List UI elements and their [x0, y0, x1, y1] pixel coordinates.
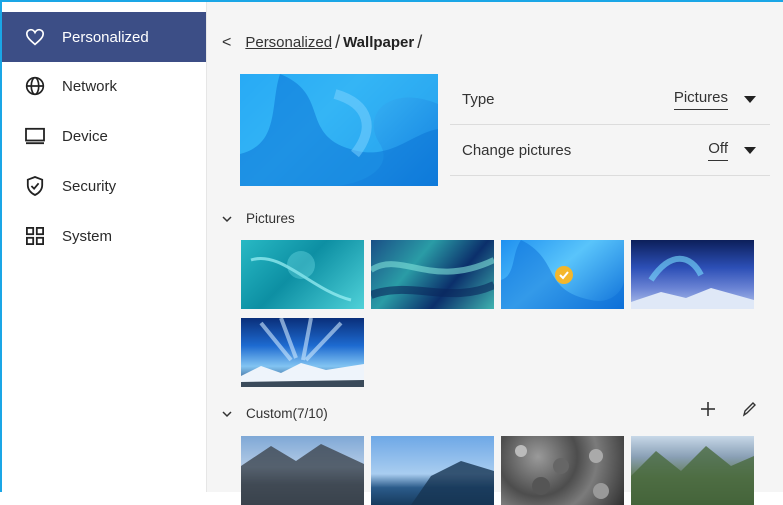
pictures-section-label: Pictures: [246, 211, 295, 226]
sidebar-item-device[interactable]: Device: [2, 111, 206, 161]
breadcrumb-separator: /: [335, 32, 341, 52]
chevron-down-icon: [222, 410, 232, 417]
breadcrumb-separator: /: [417, 32, 423, 52]
sidebar-item-personalized[interactable]: Personalized: [2, 12, 206, 62]
wallpaper-thumbnail[interactable]: [631, 240, 754, 309]
custom-section-header[interactable]: Custom(7/10): [222, 406, 328, 421]
type-value-text: Pictures: [673, 88, 728, 106]
type-value[interactable]: Pictures: [673, 88, 728, 110]
selected-check-icon: [555, 266, 573, 284]
grid-icon: [24, 225, 46, 247]
breadcrumb-current: Wallpaper: [343, 34, 415, 51]
change-pictures-setting-row[interactable]: Change pictures Off: [450, 125, 770, 176]
sidebar-item-label: Device: [62, 127, 108, 145]
type-setting-row[interactable]: Type Pictures: [450, 74, 770, 125]
custom-section-label: Custom(7/10): [246, 406, 328, 421]
wallpaper-thumbnail-selected[interactable]: [501, 240, 624, 309]
chevron-left-icon[interactable]: <: [222, 34, 231, 52]
change-pictures-label: Change pictures: [462, 141, 572, 159]
monitor-icon: [24, 125, 46, 147]
sidebar-item-label: Security: [62, 177, 117, 195]
wallpaper-preview: [240, 74, 438, 186]
custom-wallpaper-thumbnail[interactable]: [631, 436, 754, 505]
edit-pencil-icon[interactable]: [741, 400, 757, 423]
wallpaper-thumbnail[interactable]: [371, 240, 494, 309]
dropdown-arrow-icon[interactable]: [744, 95, 756, 103]
heart-icon: [24, 26, 46, 48]
main-panel: < Personalized / Wallpaper / Type Pictur…: [207, 2, 783, 505]
sidebar-item-label: System: [62, 227, 113, 245]
sidebar-item-system[interactable]: System: [2, 211, 206, 261]
sidebar-item-label: Personalized: [62, 28, 149, 46]
globe-icon: [24, 75, 46, 97]
wallpaper-thumbnail[interactable]: [241, 240, 364, 309]
sidebar: Personalized Network Device Security Sys…: [2, 2, 207, 492]
change-pictures-value-text: Off: [708, 139, 728, 157]
change-pictures-value[interactable]: Off: [708, 140, 728, 161]
pictures-section-header[interactable]: Pictures: [222, 211, 295, 226]
breadcrumb: < Personalized / Wallpaper /: [222, 32, 425, 53]
breadcrumb-parent[interactable]: Personalized: [245, 34, 332, 51]
custom-wallpaper-thumbnail[interactable]: [241, 436, 364, 505]
chevron-down-icon: [222, 215, 232, 222]
dropdown-arrow-icon[interactable]: [744, 146, 756, 154]
sidebar-item-network[interactable]: Network: [2, 61, 206, 111]
sidebar-item-security[interactable]: Security: [2, 161, 206, 211]
sidebar-item-label: Network: [62, 77, 118, 95]
type-value-underline: [673, 108, 728, 110]
custom-wallpaper-thumbnail[interactable]: [501, 436, 624, 505]
shield-check-icon: [24, 175, 46, 197]
type-label: Type: [462, 90, 495, 108]
custom-wallpaper-thumbnail[interactable]: [371, 436, 494, 505]
change-pictures-value-underline: [708, 159, 728, 161]
add-icon[interactable]: [699, 400, 717, 423]
wallpaper-thumbnail[interactable]: [241, 318, 364, 387]
